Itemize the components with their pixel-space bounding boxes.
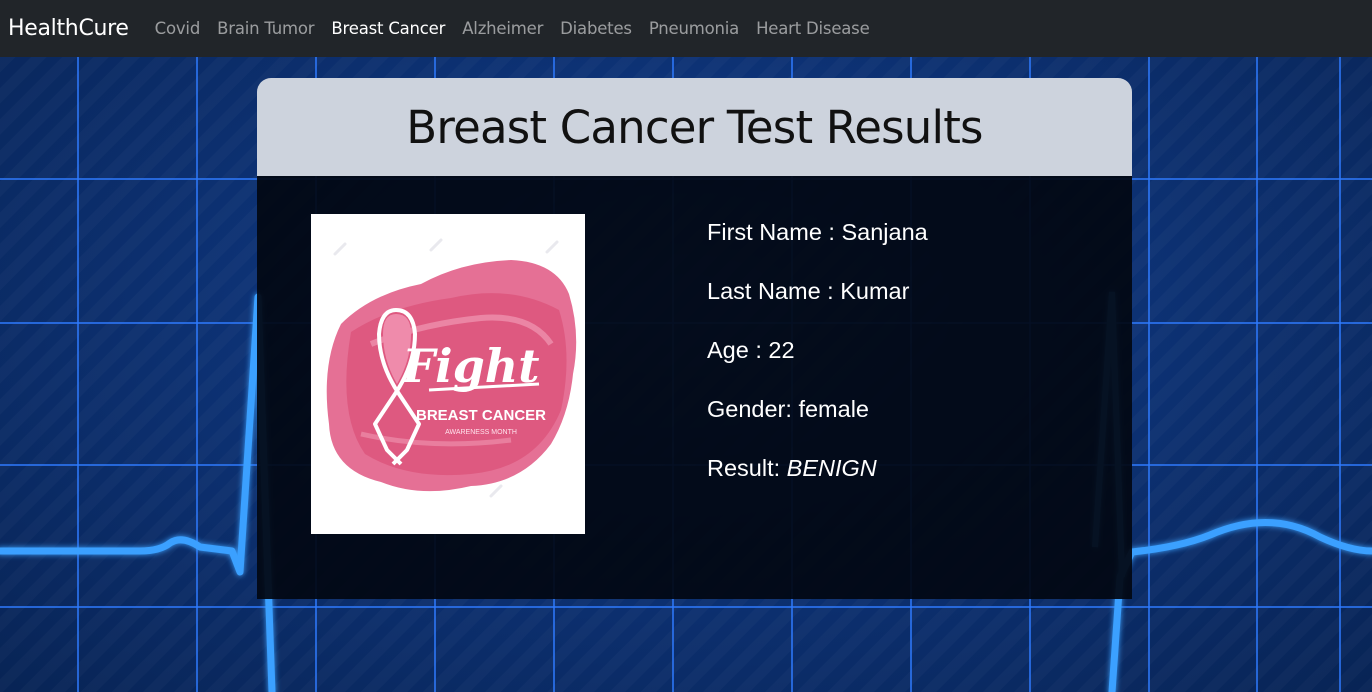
nav-link-alzheimer[interactable]: Alzheimer	[462, 19, 543, 38]
age-label: Age :	[707, 337, 769, 363]
page-title: Breast Cancer Test Results	[406, 100, 983, 154]
nav-link-brain-tumor[interactable]: Brain Tumor	[217, 19, 314, 38]
poster-line2-text: AWARENESS MONTH	[445, 429, 517, 436]
result-value: BENIGN	[786, 455, 877, 481]
gender-row: Gender: female	[707, 395, 928, 454]
results-card: Breast Cancer Test Results Fight BREAST …	[257, 78, 1132, 599]
card-header: Breast Cancer Test Results	[257, 78, 1132, 176]
nav-link-breast-cancer[interactable]: Breast Cancer	[331, 19, 445, 38]
awareness-poster-image: Fight BREAST CANCER AWARENESS MONTH	[311, 214, 585, 534]
nav-link-heart-disease[interactable]: Heart Disease	[756, 19, 870, 38]
awareness-poster-graphic: Fight BREAST CANCER AWARENESS MONTH	[326, 238, 577, 498]
gender-value: female	[798, 396, 869, 422]
nav-link-pneumonia[interactable]: Pneumonia	[649, 19, 739, 38]
result-label: Result:	[707, 455, 787, 481]
poster-line1-text: BREAST CANCER	[416, 407, 546, 424]
last-name-row: Last Name : Kumar	[707, 277, 928, 336]
gender-label: Gender:	[707, 396, 799, 422]
nav-link-diabetes[interactable]: Diabetes	[560, 19, 632, 38]
age-row: Age : 22	[707, 336, 928, 395]
card-body: Fight BREAST CANCER AWARENESS MONTH Firs…	[257, 176, 1132, 599]
age-value: 22	[768, 337, 795, 363]
first-name-value: Sanjana	[841, 219, 928, 245]
top-navbar: HealthCure Covid Brain Tumor Breast Canc…	[0, 0, 1372, 57]
nav-link-covid[interactable]: Covid	[155, 19, 201, 38]
patient-info: First Name : Sanjana Last Name : Kumar A…	[707, 218, 928, 513]
last-name-value: Kumar	[840, 278, 910, 304]
first-name-label: First Name :	[707, 219, 842, 245]
last-name-label: Last Name :	[707, 278, 841, 304]
result-row: Result: BENIGN	[707, 454, 928, 513]
brand-link[interactable]: HealthCure	[8, 16, 129, 41]
first-name-row: First Name : Sanjana	[707, 218, 928, 277]
